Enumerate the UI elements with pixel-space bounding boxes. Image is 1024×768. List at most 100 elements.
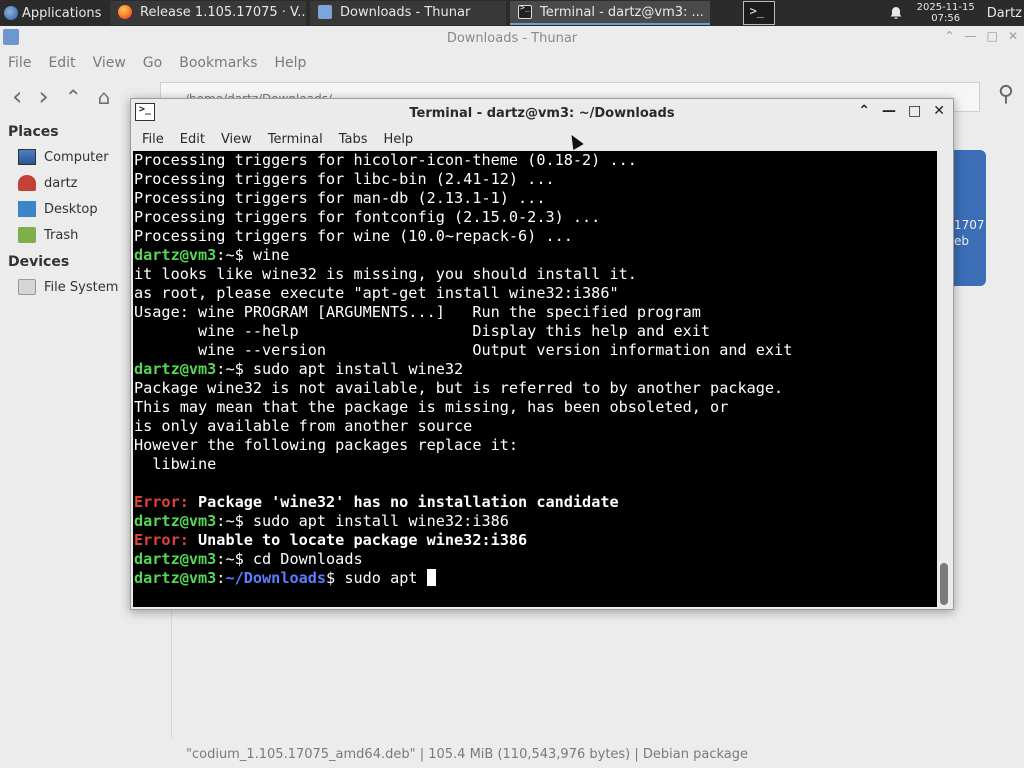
applications-menu[interactable]: Applications [0,0,110,26]
file-name-fragment: eb [954,234,969,248]
prompt-path: ~/Downloads [225,569,327,587]
terminal-app-icon [135,103,155,121]
home-folder-icon [18,175,36,191]
clock[interactable]: 2025-11-15 07:56 [917,2,975,24]
desktop-icon [18,201,36,217]
terminal-error-line: Error: Unable to locate package wine32:i… [134,531,937,550]
command-text: cd Downloads [243,550,363,568]
close-icon[interactable]: ✕ [1008,29,1018,43]
menu-edit[interactable]: Edit [48,55,84,71]
menu-edit[interactable]: Edit [180,132,205,147]
terminal-error-line: Error: Package 'wine32' has no installat… [134,493,937,512]
terminal-prompt-line: dartz@vm3:~$ cd Downloads [134,550,937,569]
terminal-titlebar[interactable]: Terminal - dartz@vm3: ~/Downloads ⌃ — □ … [131,99,953,127]
scrollbar-thumb[interactable] [940,563,948,605]
terminal-line: it looks like wine32 is missing, you sho… [134,265,637,283]
terminal-prompt-line: dartz@vm3:~$ sudo apt install wine32 [134,360,937,379]
thunar-title: Downloads - Thunar [446,30,578,46]
terminal-line: Processing triggers for wine (10.0~repac… [134,227,573,245]
prompt-path: :~$ [216,550,244,568]
terminal-line: Usage: wine PROGRAM [ARGUMENTS...] Run t… [134,303,701,321]
prompt-user: dartz@vm3 [134,569,217,587]
file-name-fragment: 1707 [954,218,985,232]
error-message: Unable to locate package wine32:i386 [188,531,528,549]
selected-file-item[interactable]: 1707 eb [954,150,986,286]
home-icon[interactable]: ⌂ [98,85,111,109]
back-icon[interactable]: ‹ [12,82,22,112]
taskbar-item-thunar[interactable]: Downloads - Thunar [310,1,506,25]
terminal-line: Processing triggers for man-db (2.13.1-1… [134,189,546,207]
error-label: Error: [134,493,189,511]
forward-icon[interactable]: › [38,82,48,112]
thunar-menubar: File Edit View Go Bookmarks Help [0,50,1024,76]
prompt-user: dartz@vm3 [134,550,217,568]
up-icon[interactable]: ⌃ [65,85,82,109]
minimize-icon[interactable]: — [882,103,896,119]
terminal-prompt-line: dartz@vm3:~$ wine [134,246,937,265]
user-menu[interactable]: Dartz [987,6,1022,21]
text-cursor [426,569,436,586]
firefox-icon [118,5,132,19]
menu-terminal[interactable]: Terminal [268,132,323,147]
terminal-line: is only available from another source [134,417,473,435]
terminal-output[interactable]: Processing triggers for hicolor-icon-the… [133,151,937,607]
thunar-titlebar[interactable]: Downloads - Thunar ⌃ — □ ✕ [0,26,1024,50]
menu-help[interactable]: Help [274,55,315,71]
command-text: sudo apt install wine32:i386 [243,512,509,530]
maximize-icon[interactable]: □ [908,103,921,119]
taskbar-item-firefox[interactable]: Release 1.105.17075 · V... [110,1,306,25]
menu-help[interactable]: Help [384,132,414,147]
terminal-line: Processing triggers for fontconfig (2.15… [134,208,601,226]
terminal-line: wine --help Display this help and exit [134,322,711,340]
menu-go[interactable]: Go [143,55,171,71]
clock-time: 07:56 [931,13,961,24]
maximize-icon[interactable]: □ [987,29,998,43]
error-label: Error: [134,531,189,549]
menu-view[interactable]: View [221,132,252,147]
menu-bookmarks[interactable]: Bookmarks [179,55,266,71]
xfce-logo-icon [4,6,18,20]
drive-icon [18,279,36,295]
prompt-path: :~$ [216,246,244,264]
terminal-scrollbar[interactable] [937,151,951,607]
taskbar-item-terminal[interactable]: Terminal - dartz@vm3: ... [510,1,710,25]
prompt-user: dartz@vm3 [134,512,217,530]
shade-icon[interactable]: ⌃ [858,103,870,119]
terminal-line: Processing triggers for hicolor-icon-the… [134,151,637,169]
prompt-user: dartz@vm3 [134,360,217,378]
prompt-symbol: $ [326,569,336,587]
clock-date: 2025-11-15 [916,2,975,13]
search-icon[interactable]: ⚲ [998,82,1014,107]
close-icon[interactable]: ✕ [933,103,945,119]
terminal-title: Terminal - dartz@vm3: ~/Downloads [409,105,675,121]
terminal-prompt-line: dartz@vm3:~/Downloads$ sudo apt [134,569,937,588]
prompt-path: :~$ [216,512,244,530]
sidebar-item-label: Computer [44,149,109,165]
thunar-statusbar: "codium_1.105.17075_amd64.deb" | 105.4 M… [186,746,748,762]
computer-icon [18,149,36,165]
menu-file[interactable]: File [8,55,40,71]
terminal-line: This may mean that the package is missin… [134,398,729,416]
menu-tabs[interactable]: Tabs [339,132,368,147]
terminal-line: Package wine32 is not available, but is … [134,379,784,397]
terminal-line: However the following packages replace i… [134,436,519,454]
menu-view[interactable]: View [93,55,135,71]
minimize-icon[interactable]: — [965,29,977,43]
top-panel: Applications Release 1.105.17075 · V... … [0,0,1024,26]
shade-icon[interactable]: ⌃ [945,29,955,43]
prompt-user: dartz@vm3 [134,246,217,264]
menu-file[interactable]: File [142,132,164,147]
sidebar-item-label: Desktop [44,201,98,217]
terminal-line: wine --version Output version informatio… [134,341,793,359]
terminal-menubar: File Edit View Terminal Tabs Help [131,127,953,151]
command-text: wine [243,246,290,264]
terminal-window: Terminal - dartz@vm3: ~/Downloads ⌃ — □ … [130,98,954,610]
command-text: sudo apt install wine32 [243,360,464,378]
terminal-prompt-line: dartz@vm3:~$ sudo apt install wine32:i38… [134,512,937,531]
terminal-launcher-icon[interactable] [742,1,775,25]
terminal-line: as root, please execute "apt-get install… [134,284,619,302]
taskbar-label: Release 1.105.17075 · V... [140,4,306,20]
sidebar-item-label: Trash [44,227,79,243]
notification-bell-icon[interactable] [889,6,903,20]
terminal-line: Processing triggers for libc-bin (2.41-1… [134,170,555,188]
